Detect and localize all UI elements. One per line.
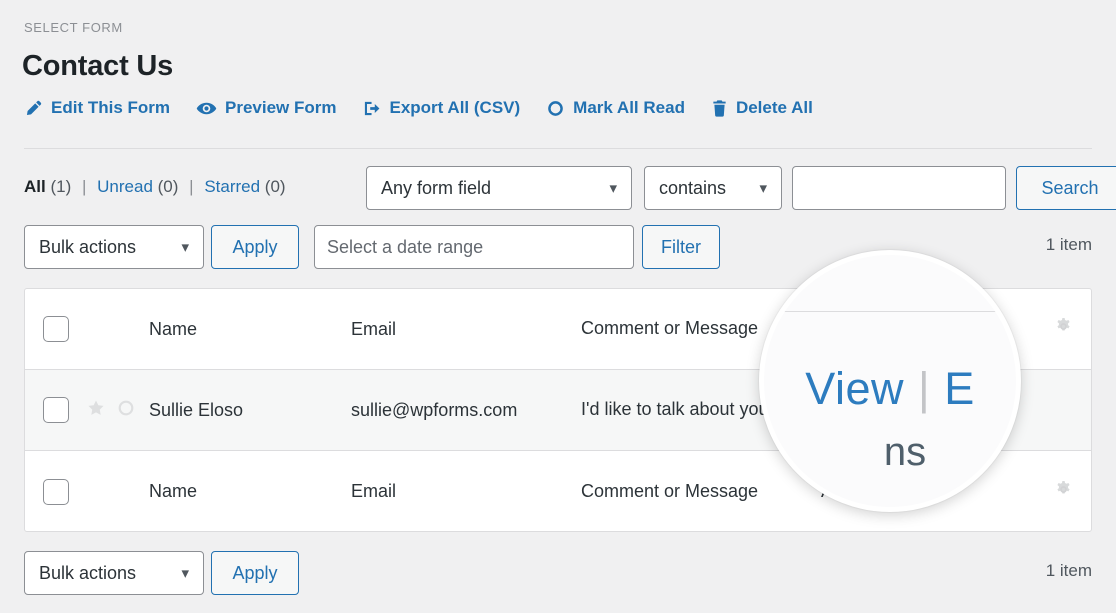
delete-all-label: Delete All bbox=[736, 98, 813, 118]
magnified-row-divider bbox=[764, 311, 1016, 312]
view-filter-links: All (1) | Unread (0) | Starred (0) bbox=[24, 177, 286, 197]
bulk-actions-row-bottom: Bulk actions ▾ Apply 1 item bbox=[0, 551, 1116, 597]
bulk-actions-select-top-value: Bulk actions bbox=[39, 237, 136, 258]
view-link-all[interactable]: All bbox=[24, 177, 46, 196]
entry-email: sullie@wpforms.com bbox=[351, 400, 581, 421]
date-range-placeholder: Select a date range bbox=[327, 237, 483, 258]
gear-icon[interactable] bbox=[1054, 480, 1073, 504]
search-input[interactable] bbox=[792, 166, 1006, 210]
view-count-all: (1) bbox=[50, 177, 71, 196]
apply-button-top-label: Apply bbox=[232, 237, 277, 258]
filter-button[interactable]: Filter bbox=[642, 225, 720, 269]
select-all-checkbox-bottom[interactable] bbox=[43, 479, 69, 505]
magnified-actions-column-clip: ns bbox=[794, 430, 1016, 475]
apply-button-top[interactable]: Apply bbox=[211, 225, 299, 269]
view-separator-1: | bbox=[82, 177, 86, 196]
select-form-eyebrow: SELECT FORM bbox=[24, 20, 123, 35]
trash-icon bbox=[711, 99, 728, 118]
pencil-icon bbox=[24, 99, 43, 118]
view-count-unread: (0) bbox=[158, 177, 179, 196]
view-link-unread[interactable]: Unread bbox=[97, 177, 153, 196]
preview-form-label: Preview Form bbox=[225, 98, 337, 118]
select-all-checkbox-cell-bottom[interactable] bbox=[25, 479, 87, 505]
select-all-checkbox[interactable] bbox=[43, 316, 69, 342]
gear-icon[interactable] bbox=[1054, 317, 1073, 341]
item-count-bottom: 1 item bbox=[1046, 561, 1092, 581]
apply-button-bottom-label: Apply bbox=[232, 563, 277, 584]
row-checkbox[interactable] bbox=[43, 397, 69, 423]
bulk-actions-select-top[interactable]: Bulk actions ▾ bbox=[24, 225, 204, 269]
export-all-csv-link[interactable]: Export All (CSV) bbox=[363, 98, 521, 118]
row-checkbox-cell[interactable] bbox=[25, 397, 87, 423]
edit-this-form-label: Edit This Form bbox=[51, 98, 170, 118]
view-count-starred: (0) bbox=[265, 177, 286, 196]
chevron-down-icon: ▾ bbox=[181, 238, 189, 256]
view-separator-2: | bbox=[189, 177, 193, 196]
magnified-edit-label[interactable]: E bbox=[944, 363, 975, 414]
comparison-select[interactable]: contains ▾ bbox=[644, 166, 782, 210]
toolbar-divider bbox=[24, 148, 1092, 149]
preview-form-link[interactable]: Preview Form bbox=[196, 98, 337, 118]
filter-button-label: Filter bbox=[661, 237, 701, 258]
magnified-actions: View | E bbox=[764, 363, 1016, 415]
item-count-top: 1 item bbox=[1046, 235, 1092, 255]
magnified-view-label[interactable]: View bbox=[805, 363, 904, 414]
select-all-checkbox-cell[interactable] bbox=[25, 316, 87, 342]
export-icon bbox=[363, 99, 382, 118]
eye-icon bbox=[196, 99, 217, 118]
bulk-actions-select-bottom-value: Bulk actions bbox=[39, 563, 136, 584]
chevron-down-icon: ▾ bbox=[609, 179, 617, 197]
magnifier-content: View | E ns bbox=[764, 255, 1016, 507]
form-toolbar: Edit This Form Preview Form Export All (… bbox=[24, 98, 813, 118]
view-link-starred[interactable]: Starred bbox=[204, 177, 260, 196]
column-header-name[interactable]: Name bbox=[149, 319, 351, 340]
export-all-csv-label: Export All (CSV) bbox=[390, 98, 521, 118]
row-mark-cell bbox=[87, 399, 149, 422]
edit-this-form-link[interactable]: Edit This Form bbox=[24, 98, 170, 118]
mark-all-read-link[interactable]: Mark All Read bbox=[546, 98, 685, 118]
column-header-email[interactable]: Email bbox=[351, 319, 581, 340]
column-settings-cell-bottom[interactable] bbox=[1035, 480, 1091, 504]
form-field-select[interactable]: Any form field ▾ bbox=[366, 166, 632, 210]
column-settings-cell[interactable] bbox=[1035, 317, 1091, 341]
comparison-select-value: contains bbox=[659, 178, 726, 199]
search-button-label: Search bbox=[1041, 178, 1098, 199]
column-footer-name[interactable]: Name bbox=[149, 481, 351, 502]
date-range-input[interactable]: Select a date range bbox=[314, 225, 634, 269]
wpforms-entries-page: SELECT FORM Contact Us Edit This Form Pr… bbox=[0, 0, 1116, 613]
chevron-down-icon: ▾ bbox=[759, 179, 767, 197]
form-field-select-value: Any form field bbox=[381, 178, 491, 199]
page-title: Contact Us bbox=[22, 50, 173, 83]
circle-icon bbox=[546, 99, 565, 118]
apply-button-bottom[interactable]: Apply bbox=[211, 551, 299, 595]
bulk-actions-select-bottom[interactable]: Bulk actions ▾ bbox=[24, 551, 204, 595]
delete-all-link[interactable]: Delete All bbox=[711, 98, 813, 118]
filter-row: All (1) | Unread (0) | Starred (0) Any f… bbox=[0, 166, 1116, 214]
search-button[interactable]: Search bbox=[1016, 166, 1116, 210]
chevron-down-icon: ▾ bbox=[181, 564, 189, 582]
magnified-separator: | bbox=[918, 363, 930, 414]
column-footer-email[interactable]: Email bbox=[351, 481, 581, 502]
star-icon[interactable] bbox=[87, 399, 105, 422]
entry-name: Sullie Eloso bbox=[149, 400, 351, 421]
mark-all-read-label: Mark All Read bbox=[573, 98, 685, 118]
magnifier-lens: View | E ns bbox=[759, 250, 1021, 512]
unread-circle-icon[interactable] bbox=[117, 399, 135, 422]
